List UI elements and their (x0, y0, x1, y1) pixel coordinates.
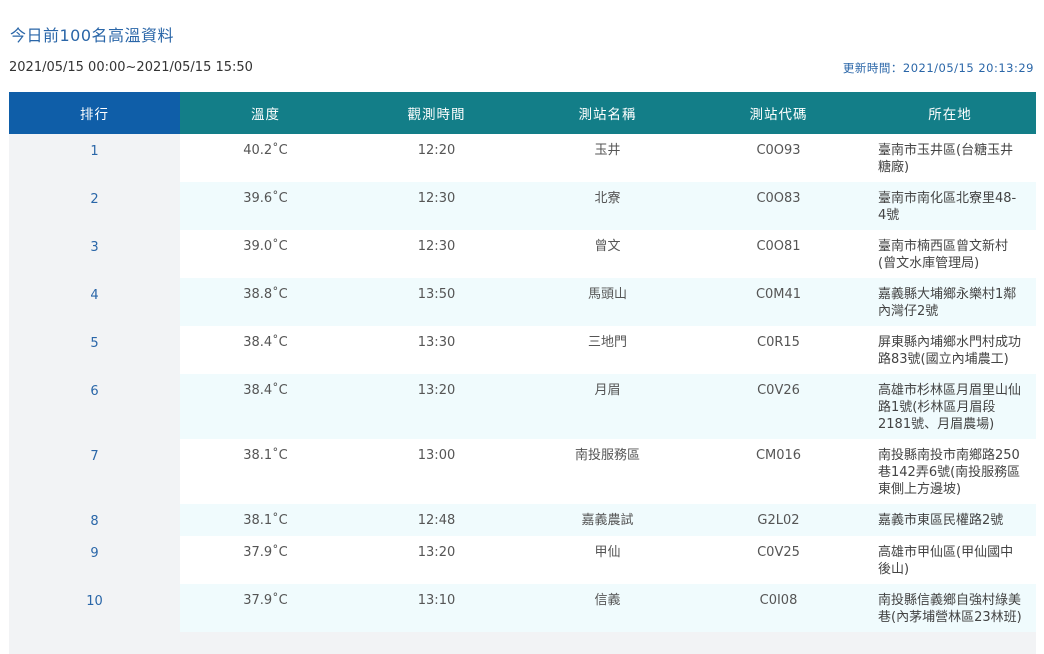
station-code-cell: C0O93 (693, 134, 864, 182)
table-row: 9 37.9˚C 13:20 甲仙 C0V25 高雄市甲仙區(甲仙國中後山) (9, 536, 1036, 584)
rank-cell: 2 (9, 182, 180, 230)
rank-cell: 7 (9, 439, 180, 504)
table-row: 1 40.2˚C 12:20 玉井 C0O93 臺南市玉井區(台糖玉井糖廠) (9, 134, 1036, 182)
station-code-cell: C0O83 (693, 182, 864, 230)
temperature-cell: 38.4˚C (180, 326, 351, 374)
table-row: 5 38.4˚C 13:30 三地門 C0R15 屏東縣內埔鄉水門村成功路83號… (9, 326, 1036, 374)
station-code-cell: C0I08 (693, 584, 864, 632)
rank-cell: 1 (9, 134, 180, 182)
station-code-cell: CM016 (693, 439, 864, 504)
temperature-cell: 39.6˚C (180, 182, 351, 230)
location-cell: 臺南市南化區北寮里48-4號 (864, 182, 1036, 230)
update-time: 更新時間：2021/05/15 20:13:29 (842, 61, 1034, 75)
station-name-cell: 三地門 (522, 326, 693, 374)
table-row: 4 38.8˚C 13:50 馬頭山 C0M41 嘉義縣大埔鄉永樂村1鄰內灣仔2… (9, 278, 1036, 326)
column-header-time[interactable]: 觀測時間 (351, 92, 522, 134)
time-cell: 12:30 (351, 230, 522, 278)
temperature-cell: 38.8˚C (180, 278, 351, 326)
temperature-cell: 37.9˚C (180, 584, 351, 632)
time-cell: 12:20 (351, 134, 522, 182)
station-name-cell: 信義 (522, 584, 693, 632)
column-header-station-name[interactable]: 測站名稱 (522, 92, 693, 134)
time-cell: 13:20 (351, 374, 522, 439)
table-row: 7 38.1˚C 13:00 南投服務區 CM016 南投縣南投市南鄉路250巷… (9, 439, 1036, 504)
table-row-next-partial (9, 632, 1036, 654)
station-code-cell: C0O81 (693, 230, 864, 278)
column-header-station-code[interactable]: 測站代碼 (693, 92, 864, 134)
location-cell: 高雄市甲仙區(甲仙國中後山) (864, 536, 1036, 584)
station-name-cell: 馬頭山 (522, 278, 693, 326)
time-cell: 13:50 (351, 278, 522, 326)
time-cell: 13:30 (351, 326, 522, 374)
station-name-cell: 曾文 (522, 230, 693, 278)
location-cell: 高雄市杉林區月眉里山仙路1號(杉林區月眉段2181號、月眉農場) (864, 374, 1036, 439)
temperature-cell: 40.2˚C (180, 134, 351, 182)
station-code-cell: G2L02 (693, 504, 864, 536)
table-row: 8 38.1˚C 12:48 嘉義農試 G2L02 嘉義市東區民權路2號 (9, 504, 1036, 536)
station-name-cell: 月眉 (522, 374, 693, 439)
temperature-cell: 38.1˚C (180, 439, 351, 504)
column-header-temperature[interactable]: 溫度 (180, 92, 351, 134)
location-cell: 南投縣南投市南鄉路250巷142弄6號(南投服務區東側上方邊坡) (864, 439, 1036, 504)
temperature-cell: 38.1˚C (180, 504, 351, 536)
table-row: 3 39.0˚C 12:30 曾文 C0O81 臺南市楠西區曾文新村(曾文水庫管… (9, 230, 1036, 278)
table-header-row: 排行 溫度 觀測時間 測站名稱 測站代碼 所在地 (9, 92, 1036, 134)
station-name-cell: 嘉義農試 (522, 504, 693, 536)
location-cell: 臺南市玉井區(台糖玉井糖廠) (864, 134, 1036, 182)
station-name-cell: 北寮 (522, 182, 693, 230)
station-code-cell: C0V25 (693, 536, 864, 584)
page-title: 今日前100名高溫資料 (10, 26, 175, 45)
station-code-cell: C0M41 (693, 278, 864, 326)
location-cell: 南投縣信義鄉自強村綠美巷(內茅埔營林區23林班) (864, 584, 1036, 632)
temperature-cell: 39.0˚C (180, 230, 351, 278)
rank-cell: 6 (9, 374, 180, 439)
rank-cell: 9 (9, 536, 180, 584)
time-cell: 12:30 (351, 182, 522, 230)
rank-cell: 5 (9, 326, 180, 374)
rank-cell: 10 (9, 584, 180, 632)
rank-cell: 3 (9, 230, 180, 278)
table-row: 10 37.9˚C 13:10 信義 C0I08 南投縣信義鄉自強村綠美巷(內茅… (9, 584, 1036, 632)
time-cell: 13:20 (351, 536, 522, 584)
rank-cell: 4 (9, 278, 180, 326)
time-cell: 13:00 (351, 439, 522, 504)
location-cell: 臺南市楠西區曾文新村(曾文水庫管理局) (864, 230, 1036, 278)
column-header-location[interactable]: 所在地 (864, 92, 1036, 134)
temperature-ranking-table: 排行 溫度 觀測時間 測站名稱 測站代碼 所在地 1 40.2˚C 12:20 … (9, 92, 1036, 654)
location-cell: 嘉義縣大埔鄉永樂村1鄰內灣仔2號 (864, 278, 1036, 326)
time-cell: 12:48 (351, 504, 522, 536)
temperature-cell: 37.9˚C (180, 536, 351, 584)
station-code-cell: C0V26 (693, 374, 864, 439)
station-name-cell: 南投服務區 (522, 439, 693, 504)
station-name-cell: 玉井 (522, 134, 693, 182)
column-header-rank[interactable]: 排行 (9, 92, 180, 134)
date-range: 2021/05/15 00:00~2021/05/15 15:50 (9, 60, 253, 75)
table-row: 2 39.6˚C 12:30 北寮 C0O83 臺南市南化區北寮里48-4號 (9, 182, 1036, 230)
location-cell: 屏東縣內埔鄉水門村成功路83號(國立內埔農工) (864, 326, 1036, 374)
table-row: 6 38.4˚C 13:20 月眉 C0V26 高雄市杉林區月眉里山仙路1號(杉… (9, 374, 1036, 439)
location-cell: 嘉義市東區民權路2號 (864, 504, 1036, 536)
time-cell: 13:10 (351, 584, 522, 632)
rank-cell: 8 (9, 504, 180, 536)
temperature-cell: 38.4˚C (180, 374, 351, 439)
station-code-cell: C0R15 (693, 326, 864, 374)
station-name-cell: 甲仙 (522, 536, 693, 584)
